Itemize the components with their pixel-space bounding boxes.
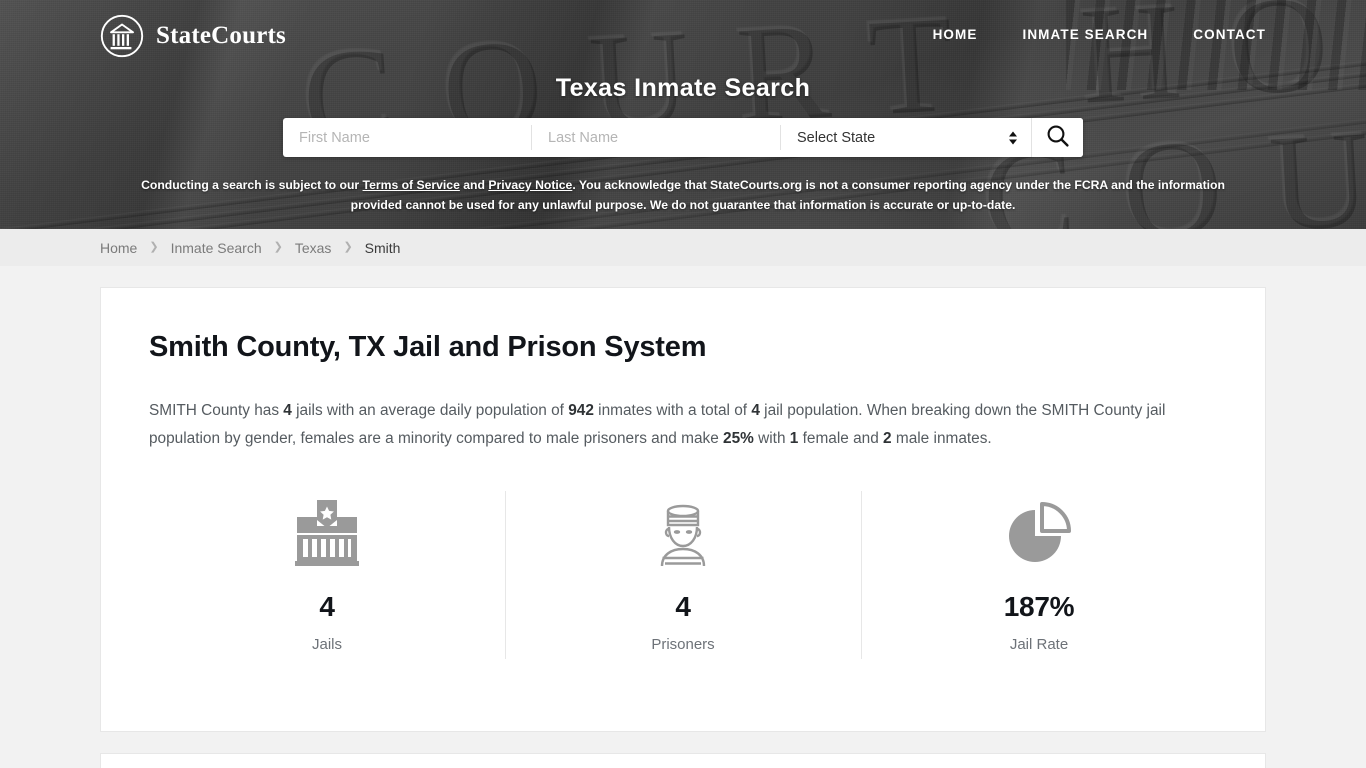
page-title: Smith County, TX Jail and Prison System	[149, 331, 707, 363]
last-name-input[interactable]	[532, 118, 780, 157]
state-select-value: Select State	[797, 129, 876, 146]
statistics-row: 4 Jails 4 Prisoners 187% Jail Rate	[149, 491, 1217, 667]
nav-item-home[interactable]: HOME	[933, 27, 978, 42]
site-logo-link[interactable]: StateCourts	[100, 14, 286, 58]
summary-jails-count: 4	[283, 402, 292, 419]
terms-of-service-link[interactable]: Terms of Service	[363, 178, 460, 192]
chevron-right-icon: ❯	[343, 241, 353, 253]
state-select[interactable]: Select State	[781, 118, 1031, 157]
summary-male-count: 2	[883, 430, 892, 447]
page-content: Smith County, TX Jail and Prison System …	[0, 266, 1366, 768]
stat-prisoners: 4 Prisoners	[505, 491, 861, 667]
hero-banner: COURT HOUSE COURT HOUSE StateCourts HOME	[0, 0, 1366, 229]
breadcrumb-item-home[interactable]: Home	[100, 240, 137, 256]
jail-building-icon	[149, 497, 505, 569]
summary-text: with	[753, 430, 790, 447]
disclaimer-text-2: and	[459, 178, 489, 192]
summary-total-population: 4	[751, 402, 760, 419]
site-brand-name: StateCourts	[156, 22, 286, 49]
first-name-input[interactable]	[283, 118, 531, 157]
summary-text: female and	[798, 430, 884, 447]
summary-text: SMITH County has	[149, 402, 284, 419]
stat-jail-rate-label: Jail Rate	[1009, 636, 1069, 653]
stat-jails: 4 Jails	[149, 491, 505, 667]
breadcrumb: Home ❯ Inmate Search ❯ Texas ❯ Smith	[100, 240, 400, 256]
stat-jails-value: 4	[319, 591, 335, 622]
stat-prisoners-label: Prisoners	[651, 636, 715, 653]
breadcrumb-bar: Home ❯ Inmate Search ❯ Texas ❯ Smith	[0, 229, 1366, 266]
summary-text: jails with an average daily population o…	[291, 402, 569, 419]
hero-title: Texas Inmate Search	[555, 74, 811, 102]
pie-chart-icon	[861, 497, 1217, 569]
summary-avg-daily-population: 942	[568, 402, 594, 419]
search-disclaimer: Conducting a search is subject to our Te…	[133, 175, 1233, 215]
summary-female-percent: 25%	[723, 430, 754, 447]
breadcrumb-item-smith: Smith	[364, 239, 401, 256]
breadcrumb-item-texas[interactable]: Texas	[295, 240, 332, 256]
inmate-search-form: Select State	[283, 118, 1083, 157]
updown-arrows-icon	[1009, 131, 1017, 144]
summary-text: inmates with a total of	[593, 402, 752, 419]
county-summary-paragraph: SMITH County has 4 jails with an average…	[149, 397, 1204, 453]
prisoner-icon	[505, 497, 861, 569]
stat-jail-rate: 187% Jail Rate	[861, 491, 1217, 667]
main-navigation: HOME INMATE SEARCH CONTACT	[933, 27, 1266, 42]
search-submit-button[interactable]	[1031, 118, 1083, 157]
stat-jail-rate-value: 187%	[1003, 591, 1075, 622]
courthouse-circle-icon	[100, 14, 144, 58]
nav-item-contact[interactable]: CONTACT	[1193, 27, 1266, 42]
disclaimer-text-1: Conducting a search is subject to our	[141, 178, 363, 192]
stat-prisoners-value: 4	[675, 591, 691, 622]
stat-jails-label: Jails	[311, 636, 342, 653]
chevron-right-icon: ❯	[273, 241, 283, 253]
next-section-card	[100, 753, 1266, 768]
county-overview-card: Smith County, TX Jail and Prison System …	[100, 287, 1266, 732]
chevron-right-icon: ❯	[149, 241, 159, 253]
breadcrumb-item-inmate-search[interactable]: Inmate Search	[171, 240, 262, 256]
summary-text: male inmates.	[891, 430, 992, 447]
privacy-notice-link[interactable]: Privacy Notice	[488, 178, 572, 192]
magnifier-icon	[1045, 123, 1071, 152]
nav-item-inmate-search[interactable]: INMATE SEARCH	[1022, 27, 1148, 42]
